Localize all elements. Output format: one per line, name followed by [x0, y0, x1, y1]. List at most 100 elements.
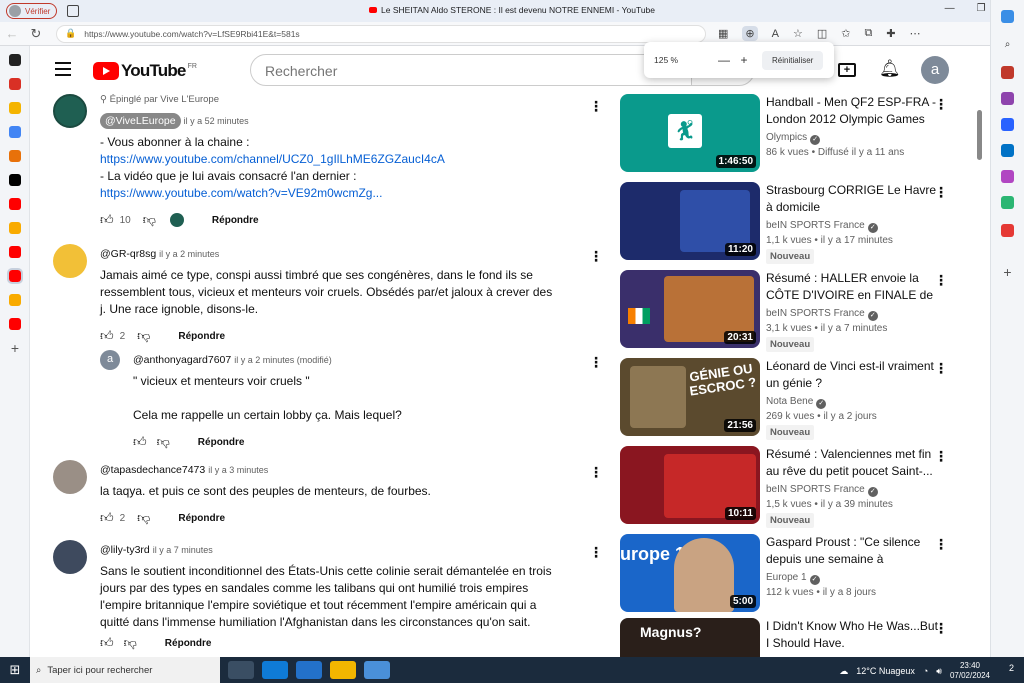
channel-name[interactable]: beIN SPORTS France	[766, 220, 865, 231]
zoom-icon[interactable]: ⊕	[742, 26, 758, 41]
like-icon[interactable]: 👍︎	[100, 635, 114, 651]
tab-icon[interactable]	[9, 126, 21, 138]
like-icon[interactable]: 👍︎	[133, 434, 147, 450]
store-icon[interactable]	[364, 661, 390, 679]
menu-icon[interactable]	[55, 62, 71, 80]
comment-menu-icon[interactable]: ⋮	[589, 248, 601, 265]
add-sidebar-icon[interactable]: +	[1001, 265, 1014, 279]
reply-button[interactable]: Répondre	[178, 513, 225, 524]
reply-button[interactable]: Répondre	[178, 331, 225, 342]
mail-icon[interactable]	[296, 661, 322, 679]
video-title[interactable]: I Didn't Know Who He Was...But I Should …	[766, 618, 938, 652]
tab-icon[interactable]	[9, 294, 21, 306]
minimize-icon[interactable]: —	[945, 3, 955, 14]
video-menu-icon[interactable]: ⋮	[934, 96, 948, 113]
notification-count[interactable]: 2	[1009, 663, 1014, 673]
video-menu-icon[interactable]: ⋮	[934, 536, 948, 553]
clock[interactable]: 23:40 07/02/2024	[950, 661, 990, 681]
zoom-in-button[interactable]: +	[734, 53, 754, 67]
tab-icon[interactable]	[9, 54, 21, 66]
page-scrollbar[interactable]	[975, 94, 983, 657]
youtube-tab-icon[interactable]	[9, 318, 21, 330]
video-title[interactable]: Gaspard Proust : "Ce silence depuis une …	[766, 534, 938, 568]
comment-time[interactable]: il y a 3 minutes	[208, 465, 268, 475]
video-menu-icon[interactable]: ⋮	[934, 272, 948, 289]
video-link[interactable]: https://www.youtube.com/watch?v=VE92m0wc…	[100, 186, 382, 200]
network-icon[interactable]: ◔	[923, 666, 928, 676]
comment-author[interactable]: @ViveLEurope	[100, 113, 181, 129]
search-icon[interactable]: ⌕	[1001, 38, 1014, 51]
dislike-icon[interactable]: 👎︎	[137, 510, 150, 526]
video-title[interactable]: Résumé : Valenciennes met fin au rêve du…	[766, 446, 938, 480]
video-menu-icon[interactable]: ⋮	[934, 184, 948, 201]
favorites-icon[interactable]: ✩	[841, 27, 850, 40]
tab-icon[interactable]	[9, 222, 21, 234]
windows-start-icon[interactable]: ⊞	[0, 662, 30, 678]
volume-icon[interactable]: 🔊︎	[936, 666, 942, 677]
split-screen-icon[interactable]: ◫	[817, 27, 827, 40]
video-thumbnail[interactable]: GÉNIE OU ESCROC ? 21:56	[620, 358, 760, 436]
dislike-icon[interactable]: 👎︎	[157, 434, 170, 450]
create-video-icon[interactable]: +	[838, 63, 856, 77]
account-avatar[interactable]: a	[921, 56, 949, 84]
video-menu-icon[interactable]: ⋮	[934, 620, 948, 637]
avatar[interactable]	[53, 540, 87, 574]
tab-icon[interactable]	[9, 102, 21, 114]
games-icon[interactable]	[1001, 118, 1014, 131]
read-aloud-icon[interactable]: A	[772, 28, 779, 40]
extensions-icon[interactable]: ✚	[886, 27, 895, 40]
youtube-tab-active-icon[interactable]	[7, 268, 23, 284]
video-thumbnail[interactable]: 11:20	[620, 182, 760, 260]
youtube-logo[interactable]: YouTube FR	[93, 61, 197, 81]
reply-button[interactable]: Répondre	[165, 638, 212, 649]
designer-icon[interactable]	[1001, 170, 1014, 183]
channel-name[interactable]: Nota Bene	[766, 396, 813, 407]
tab-icon[interactable]	[9, 150, 21, 162]
video-card[interactable]: 20:31 Résumé : HALLER envoie la CÔTE D'I…	[620, 270, 960, 354]
avatar[interactable]	[53, 460, 87, 494]
comment-author[interactable]: @tapasdechance7473	[100, 464, 205, 476]
like-icon[interactable]: 👍︎	[100, 212, 114, 228]
scrollbar-thumb[interactable]	[977, 110, 982, 160]
avatar[interactable]	[53, 94, 87, 128]
avatar[interactable]: a	[100, 350, 120, 370]
zoom-reset-button[interactable]: Réinitialiser	[762, 50, 824, 70]
video-menu-icon[interactable]: ⋮	[934, 448, 948, 465]
channel-link[interactable]: https://www.youtube.com/channel/UCZ0_1gI…	[100, 152, 445, 166]
x-icon[interactable]	[9, 174, 21, 186]
youtube-tab-icon[interactable]	[9, 246, 21, 258]
channel-name[interactable]: beIN SPORTS France	[766, 484, 865, 495]
comment-time[interactable]: il y a 2 minutes	[159, 249, 219, 259]
comment-author[interactable]: @anthonyagard7607	[133, 354, 231, 366]
video-menu-icon[interactable]: ⋮	[934, 360, 948, 377]
weather-icon[interactable]: ☁	[839, 666, 848, 677]
video-title[interactable]: Léonard de Vinci est-il vraiment un géni…	[766, 358, 938, 392]
lock-icon[interactable]: 🔒	[65, 28, 76, 39]
4k-icon[interactable]	[1001, 224, 1014, 237]
new-tab-icon[interactable]: +	[9, 341, 21, 355]
more-menu-icon[interactable]: ⋯	[910, 27, 921, 40]
shopping-icon[interactable]	[1001, 66, 1014, 79]
avatar[interactable]	[53, 244, 87, 278]
url-field[interactable]: 🔒 https://www.youtube.com/watch?v=LfSE9R…	[56, 24, 706, 43]
comment-menu-icon[interactable]: ⋮	[589, 544, 601, 561]
edge-taskbar-icon[interactable]	[262, 661, 288, 679]
channel-name[interactable]: Olympics	[766, 132, 807, 143]
dislike-icon[interactable]: 👎︎	[137, 328, 150, 344]
restore-icon[interactable]: ❐	[977, 3, 986, 14]
collections-icon[interactable]: ⧉	[864, 27, 872, 40]
comment-time[interactable]: il y a 7 minutes	[153, 545, 213, 555]
comment-menu-icon[interactable]: ⋮	[589, 464, 601, 481]
zoom-out-button[interactable]: —	[714, 53, 734, 67]
video-card[interactable]: 11:20 Strasbourg CORRIGE Le Havre à domi…	[620, 182, 960, 266]
video-card[interactable]: 10:11 Résumé : Valenciennes met fin au r…	[620, 446, 960, 530]
video-thumbnail[interactable]: Magnus?	[620, 618, 760, 657]
video-title[interactable]: Strasbourg CORRIGE Le Havre à domicile	[766, 182, 938, 216]
app-available-icon[interactable]: ▦	[718, 27, 728, 40]
like-icon[interactable]: 👍︎	[100, 328, 114, 344]
comment-time[interactable]: il y a 2 minutes (modifié)	[234, 355, 332, 365]
video-card[interactable]: Magnus? I Didn't Know Who He Was...But I…	[620, 618, 960, 657]
weather-text[interactable]: 12°C Nuageux	[856, 666, 915, 676]
task-view-icon[interactable]	[228, 661, 254, 679]
like-icon[interactable]: 👍︎	[100, 510, 114, 526]
